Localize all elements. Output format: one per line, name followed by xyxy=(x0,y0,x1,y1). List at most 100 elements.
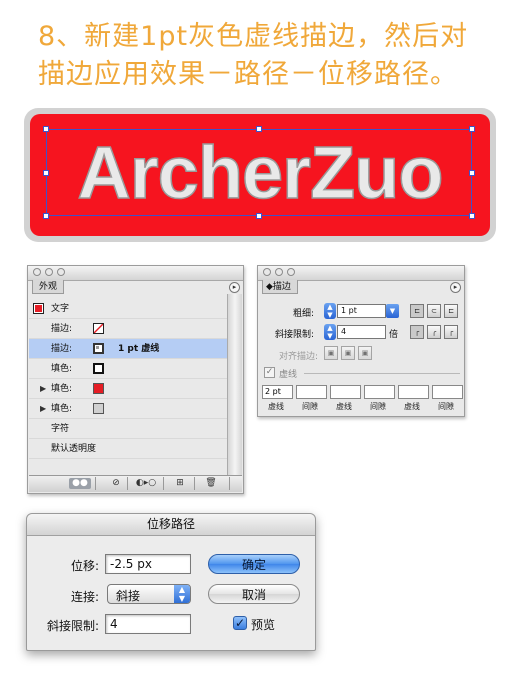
appearance-row-stroke-none[interactable]: 描边: xyxy=(29,319,229,339)
dash-1-input[interactable]: 2 pt xyxy=(262,385,293,399)
stroke-value: 1 pt 虚线 xyxy=(118,344,160,354)
fill-gray-swatch-icon[interactable] xyxy=(93,403,104,414)
stroke-swatch-icon[interactable] xyxy=(93,343,104,354)
weight-stepper[interactable]: ▲ ▼ xyxy=(324,303,336,319)
dash-2-input[interactable] xyxy=(330,385,361,399)
appearance-scrollbar[interactable] xyxy=(227,294,242,476)
close-icon[interactable] xyxy=(263,268,271,276)
joins-select[interactable]: 斜接 ▲ ▼ xyxy=(107,584,191,604)
weight-label: 粗细: xyxy=(292,309,314,319)
fill-swatch-icon[interactable] xyxy=(93,363,104,374)
preview-checkbox[interactable]: ✓ xyxy=(233,616,247,630)
bevel-join-icon[interactable]: ┌ xyxy=(444,325,458,339)
gap-3-label: 间隙 xyxy=(438,402,454,411)
appearance-bottom-bar: ●● ⊘ ◐▸○ ⊞ 🗑 xyxy=(29,475,242,492)
heading-line-1: 8、新建1pt灰色虚线描边，然后对 xyxy=(38,21,469,52)
minimize-icon[interactable] xyxy=(45,268,53,276)
row-label: 描边: xyxy=(51,324,73,334)
selection-handle[interactable] xyxy=(43,126,49,132)
clear-appearance-icon[interactable]: ⊘ xyxy=(109,478,123,489)
align-center-icon[interactable]: ▣ xyxy=(324,346,338,360)
gap-2-label: 间隙 xyxy=(370,402,386,411)
select-arrows-icon[interactable]: ▲ ▼ xyxy=(174,585,190,603)
panel-menu-icon[interactable]: ▸ xyxy=(229,282,240,293)
weight-dropdown-icon[interactable]: ▼ xyxy=(386,304,399,318)
dash-1-label: 虚线 xyxy=(268,402,284,411)
row-label: 填色: xyxy=(51,364,73,374)
miter-limit-label: 斜接限制: xyxy=(46,619,99,633)
selection-bounding-box[interactable] xyxy=(46,129,472,216)
butt-cap-icon[interactable]: ⊏ xyxy=(410,304,424,318)
offset-path-dialog: 位移路径 位移: -2.5 px 连接: 斜接 ▲ ▼ 斜接限制: 4 确定 取消… xyxy=(26,513,316,651)
appearance-row-fill-gray[interactable]: ▶ 填色: xyxy=(29,399,229,419)
selection-handle[interactable] xyxy=(469,213,475,219)
selection-handle[interactable] xyxy=(43,213,49,219)
expand-triangle-icon[interactable]: ▶ xyxy=(40,379,46,399)
row-label: 填色: xyxy=(51,384,73,394)
dashed-line-label: 虚线 xyxy=(279,370,298,380)
gap-3-input[interactable] xyxy=(432,385,463,399)
selection-handle[interactable] xyxy=(43,170,49,176)
dashed-line-checkbox[interactable]: ✓ xyxy=(264,367,275,378)
zoom-icon[interactable] xyxy=(287,268,295,276)
new-art-basic-appearance-icon[interactable]: ●● xyxy=(69,478,91,489)
round-cap-icon[interactable]: ⊂ xyxy=(427,304,441,318)
tab-appearance[interactable]: 外观 xyxy=(32,280,65,294)
dialog-title: 位移路径 xyxy=(27,514,315,536)
gap-1-label: 间隙 xyxy=(302,402,318,411)
dash-2-label: 虚线 xyxy=(336,402,352,411)
appearance-row-opacity[interactable]: 默认透明度 xyxy=(29,439,229,459)
appearance-row-fill-red[interactable]: ▶ 填色: xyxy=(29,379,229,399)
heading-line-2: 描边应用效果－路径－位移路径。 xyxy=(38,59,458,90)
appearance-panel: 外观 ▸ 文字 描边: 描边: 1 pt 虚线 填色: ▶ 填色: ▶ 填色: … xyxy=(27,265,244,494)
divider xyxy=(304,373,460,374)
tab-toggle-icon[interactable]: ◆ xyxy=(266,282,273,292)
gap-1-input[interactable] xyxy=(296,385,327,399)
cancel-button[interactable]: 取消 xyxy=(208,584,300,604)
zoom-icon[interactable] xyxy=(57,268,65,276)
selection-handle[interactable] xyxy=(469,126,475,132)
projecting-cap-icon[interactable]: ⊏ xyxy=(444,304,458,318)
joins-label: 连接: xyxy=(70,590,99,604)
offset-input[interactable]: -2.5 px xyxy=(105,554,191,574)
reduce-to-basic-icon[interactable]: ◐▸○ xyxy=(133,478,159,489)
appearance-row-characters[interactable]: 字符 xyxy=(29,419,229,439)
close-icon[interactable] xyxy=(33,268,41,276)
miter-input[interactable]: 4 xyxy=(337,325,386,339)
row-label: 字符 xyxy=(51,424,70,434)
stroke-titlebar xyxy=(258,266,464,281)
appearance-row-fill-none[interactable]: 填色: xyxy=(29,359,229,379)
duplicate-item-icon[interactable]: ⊞ xyxy=(173,478,187,489)
selection-handle[interactable] xyxy=(256,213,262,219)
selection-handle[interactable] xyxy=(256,126,262,132)
round-join-icon[interactable]: ╭ xyxy=(427,325,441,339)
offset-label: 位移: xyxy=(70,559,99,573)
row-label: 填色: xyxy=(51,404,73,414)
align-inside-icon[interactable]: ▣ xyxy=(341,346,355,360)
fill-red-swatch-icon[interactable] xyxy=(93,383,104,394)
row-label: 默认透明度 xyxy=(51,444,97,454)
stroke-none-swatch-icon[interactable] xyxy=(93,323,104,334)
appearance-object-row[interactable]: 文字 xyxy=(29,299,229,319)
minimize-icon[interactable] xyxy=(275,268,283,276)
miter-stepper[interactable]: ▲ ▼ xyxy=(324,324,336,340)
expand-triangle-icon[interactable]: ▶ xyxy=(40,399,46,419)
dash-3-input[interactable] xyxy=(398,385,429,399)
tab-stroke[interactable]: ◆描边 xyxy=(262,280,298,294)
joins-value: 斜接 xyxy=(116,589,141,603)
miter-unit: 倍 xyxy=(389,330,399,340)
panel-menu-icon[interactable]: ▸ xyxy=(450,282,461,293)
gap-2-input[interactable] xyxy=(364,385,395,399)
appearance-row-stroke-dashed[interactable]: 描边: 1 pt 虚线 xyxy=(29,339,229,359)
miter-join-icon[interactable]: ┌ xyxy=(410,325,424,339)
dash-3-label: 虚线 xyxy=(404,402,420,411)
row-label: 描边: xyxy=(51,344,73,354)
selection-handle[interactable] xyxy=(469,170,475,176)
weight-input[interactable]: 1 pt xyxy=(337,304,386,318)
miter-limit-input[interactable]: 4 xyxy=(105,614,191,634)
trash-icon[interactable]: 🗑 xyxy=(204,478,218,489)
appearance-titlebar xyxy=(28,266,243,281)
preview-label: 预览 xyxy=(251,618,276,632)
ok-button[interactable]: 确定 xyxy=(208,554,300,574)
align-outside-icon[interactable]: ▣ xyxy=(358,346,372,360)
